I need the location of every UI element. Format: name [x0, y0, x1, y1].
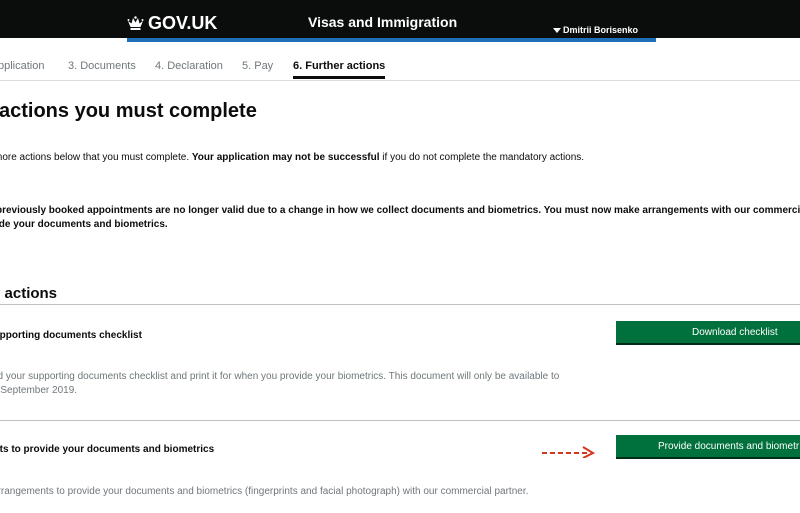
action-desc-biometrics-line-1: arrangements to provide your documents a… [0, 486, 529, 497]
warning-line-2: ide your documents and biometrics. [0, 219, 168, 230]
user-name: Dmitrii Borisenko [563, 25, 639, 35]
page-title: actions you must complete [0, 100, 257, 122]
step-pay[interactable]: 5. Pay [242, 60, 273, 72]
header-underline [127, 38, 656, 42]
step-declaration[interactable]: 4. Declaration [155, 60, 223, 72]
download-checklist-button[interactable]: Download checklist [616, 321, 800, 343]
step-navigation: pplication 3. Documents 4. Declaration 5… [0, 60, 800, 80]
action-desc-biometrics: arrangements to provide your documents a… [0, 485, 528, 499]
action-desc-checklist: ad your supporting documents checklist a… [0, 370, 559, 398]
service-name[interactable]: Visas and Immigration [308, 14, 457, 30]
download-checklist-label: Download checklist [692, 326, 778, 338]
action-desc-checklist-line-2: 7 September 2019. [0, 385, 78, 396]
step-further-actions[interactable]: 6. Further actions [293, 60, 386, 79]
warning-line-1: previously booked appointments are no lo… [0, 205, 800, 216]
provide-documents-label: Provide documents and biometr [658, 440, 800, 452]
step-application[interactable]: pplication [0, 60, 44, 72]
user-menu[interactable]: Dmitrii Borisenko [553, 25, 638, 35]
provide-documents-button[interactable]: Provide documents and biometr [616, 435, 800, 457]
action-divider [0, 420, 800, 421]
site-header: GOV.UK Visas and Immigration Dmitrii Bor… [0, 0, 800, 38]
section-divider [0, 304, 800, 305]
steps-divider [0, 80, 800, 81]
dashed-arrow-icon [542, 446, 596, 458]
intro-text: more actions below that you must complet… [0, 152, 584, 163]
step-documents[interactable]: 3. Documents [68, 60, 136, 72]
intro-text-warning: Your application may not be successful [191, 152, 380, 163]
actions-heading: y actions [0, 285, 58, 302]
caret-down-icon [553, 27, 561, 33]
action-title-checklist: supporting documents checklist [0, 330, 142, 341]
action-desc-checklist-line-1: ad your supporting documents checklist a… [0, 371, 560, 382]
crown-icon [127, 15, 144, 30]
govuk-logo-link[interactable]: GOV.UK [127, 12, 217, 34]
appointment-warning: previously booked appointments are no lo… [0, 204, 800, 232]
intro-text-end: if you do not complete the mandatory act… [379, 152, 585, 163]
action-title-biometrics: ents to provide your documents and biome… [0, 444, 215, 455]
intro-text-start: more actions below that you must complet… [0, 152, 192, 163]
logo-text: GOV.UK [148, 12, 218, 33]
